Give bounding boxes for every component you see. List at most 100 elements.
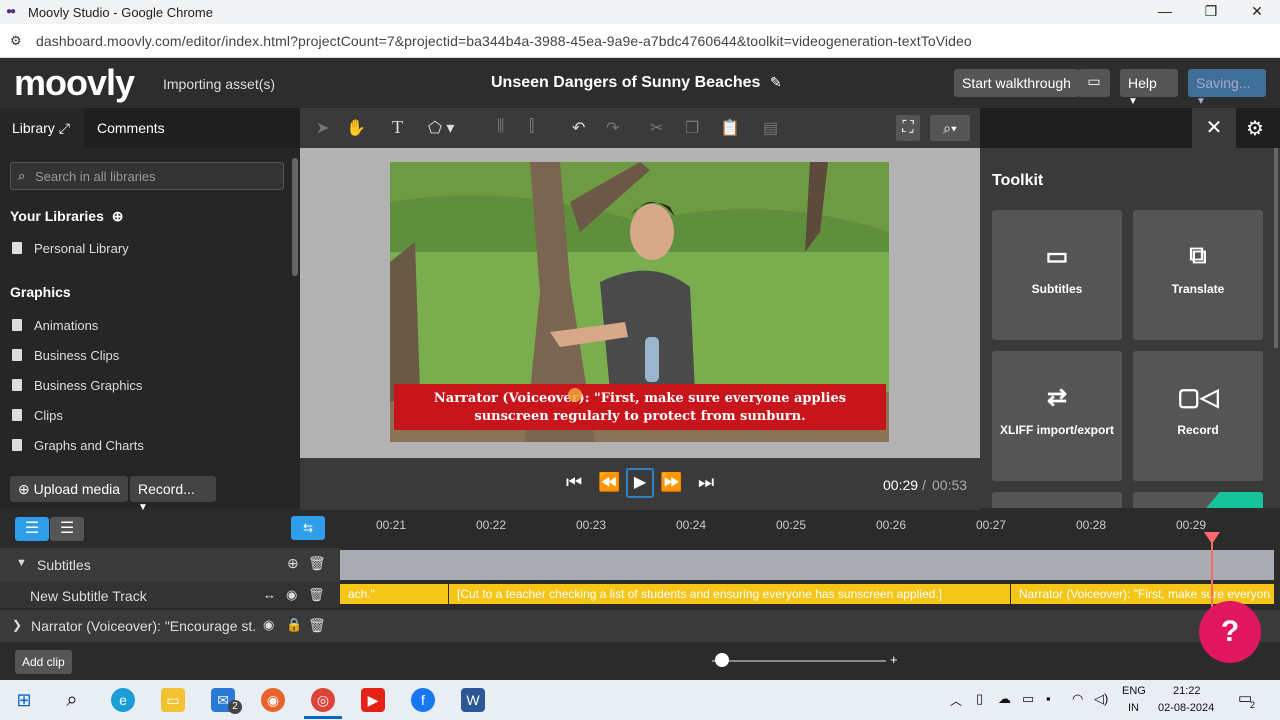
clock-time[interactable]: 21:22 <box>1173 685 1201 697</box>
help-fab[interactable]: ? <box>1199 601 1261 663</box>
trash-icon[interactable]: 🗑 <box>308 587 325 603</box>
fit-screen-icon[interactable]: ⛶ <box>896 115 920 141</box>
shapes-icon[interactable]: ⬠ ▾ <box>428 118 454 138</box>
library-search-input[interactable]: ⌕ Search in all libraries <box>10 162 284 190</box>
skip-back-icon[interactable]: ⏮ <box>566 472 582 493</box>
chrome-icon[interactable]: ◎ <box>311 688 335 712</box>
close-window-button[interactable]: ✕ <box>1242 3 1272 20</box>
toolkit-scrollbar[interactable] <box>1274 148 1278 348</box>
file-explorer-icon[interactable]: ▭ <box>161 688 185 712</box>
eye-icon[interactable]: ◉ <box>286 587 297 603</box>
library-item-business-graphics[interactable]: Business Graphics <box>12 378 142 393</box>
tray-app-icon[interactable]: ▪ <box>1046 691 1051 706</box>
fast-forward-icon[interactable]: ⏩ <box>660 472 682 493</box>
undo-icon[interactable]: ↶ <box>572 118 585 138</box>
copy-icon[interactable]: ❐ <box>685 118 699 138</box>
compact-view-button[interactable]: ☰ <box>50 517 84 541</box>
add-track-icon[interactable]: ⊕ <box>287 555 299 572</box>
library-item-business-clips[interactable]: Business Clips <box>12 348 119 363</box>
volume-icon[interactable]: ◁) <box>1094 691 1108 707</box>
align-horizontal-icon[interactable]: ⫿ <box>529 118 534 136</box>
site-settings-icon[interactable]: ⚙ <box>10 33 22 49</box>
lock-icon[interactable]: 🔒 <box>286 617 302 633</box>
help-dropdown[interactable]: Help ▼ <box>1120 69 1178 107</box>
layer-icon[interactable]: ▤ <box>763 118 778 138</box>
add-clip-button[interactable]: Add clip <box>15 650 72 674</box>
text-tool-icon[interactable]: T <box>392 117 403 138</box>
chevron-right-icon[interactable]: ❯ <box>12 618 22 632</box>
narrator-track-row[interactable]: ❯ Narrator (Voiceover): "Encourage st...… <box>0 610 340 642</box>
timeline-fit-button[interactable]: ⇆ <box>291 516 325 540</box>
edge-icon[interactable]: e <box>111 688 135 712</box>
wifi-icon[interactable]: ◠ <box>1072 691 1083 707</box>
youtube-icon[interactable]: ▶ <box>361 688 385 712</box>
align-vertical-icon[interactable]: ⫼ <box>497 118 504 136</box>
restore-button[interactable]: ❐ <box>1196 3 1226 20</box>
windows-start-icon[interactable]: ⊞ <box>12 688 36 712</box>
project-title[interactable]: Unseen Dangers of Sunny Beaches <box>491 74 760 92</box>
expand-icon[interactable]: ⤢ <box>59 120 70 136</box>
url-text[interactable]: dashboard.moovly.com/editor/index.html?p… <box>36 33 972 49</box>
resize-horizontal-icon[interactable]: ↔ <box>263 587 276 602</box>
moovly-logo[interactable]: moovly <box>14 62 135 104</box>
subtitle-track-row[interactable]: New Subtitle Track ↔ ◉ 🗑 <box>0 582 340 608</box>
language-bottom[interactable]: IN <box>1128 702 1139 714</box>
play-button[interactable]: ▶ <box>626 468 654 498</box>
toolkit-card-subtitles[interactable]: ▭ Subtitles <box>992 210 1122 340</box>
firefox-icon[interactable]: ◉ <box>261 688 285 712</box>
paste-icon[interactable]: 📋 <box>720 118 740 138</box>
chevron-down-icon[interactable]: ▼ <box>16 557 27 569</box>
word-icon[interactable]: W <box>461 688 485 712</box>
video-preview[interactable]: Narrator (Voiceover): "First, make sure … <box>390 162 889 442</box>
toolkit-card-translate[interactable]: ⧉ Translate <box>1133 210 1263 340</box>
subtitle-clip[interactable]: ach." <box>340 584 448 604</box>
list-view-button[interactable]: ☰ <box>15 517 49 541</box>
trash-icon[interactable]: 🗑 <box>308 617 326 634</box>
preview-screen-button[interactable]: ▭ <box>1078 69 1110 97</box>
record-dropdown[interactable]: Record... ▼ <box>130 476 216 513</box>
tab-library[interactable]: Library ⤢ <box>0 108 84 148</box>
upload-media-button[interactable]: ⊕ Upload media <box>10 476 129 502</box>
zoom-in-icon[interactable]: + <box>890 652 898 667</box>
library-item-personal[interactable]: Personal Library <box>12 241 129 256</box>
trash-icon[interactable]: 🗑 <box>308 555 326 572</box>
toolkit-card-record[interactable]: ▢◁ Record <box>1133 351 1263 481</box>
edit-pencil-icon[interactable]: ✎ <box>770 74 782 91</box>
zoom-slider-track[interactable] <box>712 660 886 662</box>
library-item-animations[interactable]: Animations <box>12 318 98 333</box>
clock-date[interactable]: 02-08-2024 <box>1158 702 1214 714</box>
zoom-dropdown[interactable]: ⌕▾ <box>930 115 970 141</box>
minimize-button[interactable]: — <box>1150 3 1180 19</box>
library-item-graphs-charts[interactable]: Graphs and Charts <box>12 438 144 453</box>
tab-comments[interactable]: Comments <box>97 120 165 136</box>
tools-icon[interactable]: ✕ <box>1192 108 1236 148</box>
cut-icon[interactable]: ✂ <box>650 118 663 138</box>
zoom-slider-thumb[interactable] <box>715 653 729 667</box>
settings-gear-icon[interactable]: ⚙ <box>1246 116 1264 141</box>
weather-icon[interactable]: ☁ <box>998 691 1011 707</box>
saving-button[interactable]: Saving... ▼ <box>1188 69 1266 107</box>
caption-text[interactable]: Narrator (Voiceover): "First, make sure … <box>394 390 886 426</box>
library-item-clips[interactable]: Clips <box>12 408 63 423</box>
tray-device-icon[interactable]: ▯ <box>976 691 983 707</box>
battery-icon[interactable]: ▭ <box>1022 691 1034 707</box>
skip-forward-icon[interactable]: ⏭ <box>698 472 714 493</box>
rewind-icon[interactable]: ⏪ <box>598 472 620 493</box>
language-top[interactable]: ENG <box>1122 685 1146 697</box>
toolkit-card-partial[interactable] <box>992 492 1122 508</box>
playhead-handle[interactable] <box>1204 532 1220 544</box>
eye-icon[interactable]: ◉ <box>263 617 274 633</box>
subtitles-group-row[interactable]: ▼ Subtitles ⊕ 🗑 <box>0 548 340 582</box>
toolkit-card-partial[interactable] <box>1133 492 1263 508</box>
tray-chevron-icon[interactable]: ︿ <box>950 692 962 709</box>
add-library-icon[interactable]: ⊕ <box>112 208 124 224</box>
subtitle-clip[interactable]: [Cut to a teacher checking a list of stu… <box>449 584 1010 604</box>
start-walkthrough-button[interactable]: Start walkthrough <box>954 69 1079 97</box>
redo-icon[interactable]: ↷ <box>606 118 619 138</box>
address-bar[interactable]: ⚙ dashboard.moovly.com/editor/index.html… <box>0 24 1280 58</box>
timeline-ruler[interactable]: 00:21 00:22 00:23 00:24 00:25 00:26 00:2… <box>340 510 1280 546</box>
library-scrollbar[interactable] <box>292 158 298 276</box>
hand-icon[interactable]: ✋ <box>346 118 366 138</box>
pointer-icon[interactable]: ➤ <box>316 118 329 138</box>
search-icon[interactable]: ⌕ <box>60 688 84 712</box>
